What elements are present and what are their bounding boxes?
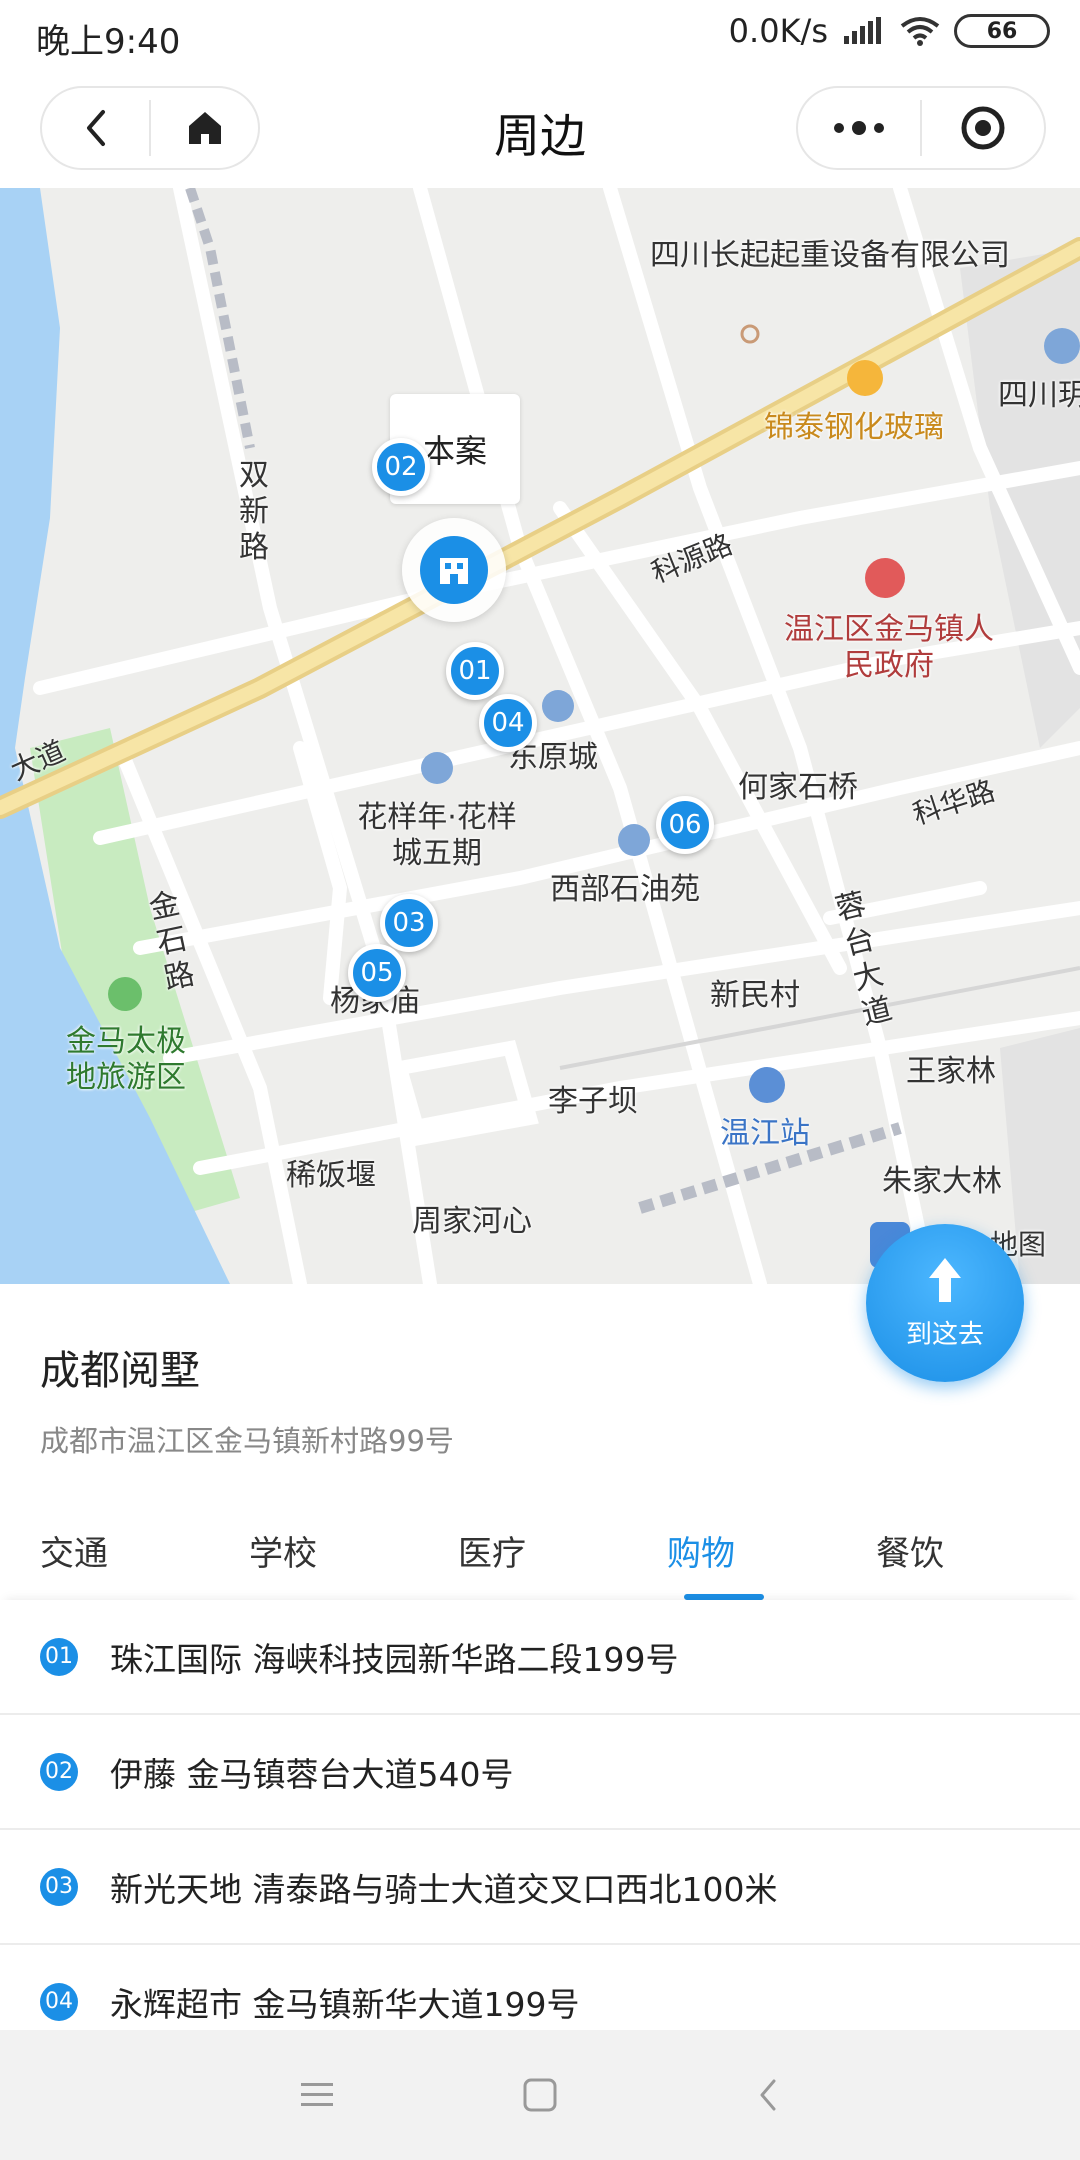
map-label: 锦泰钢化玻璃 <box>764 410 944 445</box>
list-item-text: 永辉超市 金马镇新华大道199号 <box>110 1984 580 2024</box>
map-label: 周家河心 <box>412 1204 532 1239</box>
navigate-here-label: 到这去 <box>905 1319 984 1350</box>
map-label: 何家石桥 <box>738 770 858 805</box>
more-icon <box>834 121 884 135</box>
poi-marker-05[interactable]: 05 <box>348 944 406 1002</box>
building-icon <box>440 558 468 584</box>
place-title: 成都阅墅 <box>40 1348 200 1394</box>
results-list[interactable]: 01 珠江国际 海峡科技园新华路二段199号 02 伊藤 金马镇蓉台大道540号… <box>0 1600 1080 2030</box>
project-marker[interactable] <box>402 518 506 622</box>
list-item-number: 01 <box>40 1637 78 1676</box>
more-button[interactable] <box>798 88 920 168</box>
nav-capsule-right <box>796 86 1046 170</box>
poi-marker-03[interactable]: 03 <box>380 894 438 952</box>
poi-marker-01[interactable]: 01 <box>446 642 504 700</box>
list-item-number: 02 <box>40 1752 78 1791</box>
system-nav-bar <box>0 2030 1080 2160</box>
list-item[interactable]: 02 伊藤 金马镇蓉台大道540号 <box>0 1715 1080 1830</box>
map-base <box>0 188 1080 1284</box>
signal-icon <box>844 17 881 44</box>
navigate-here-button[interactable]: 到这去 <box>866 1224 1024 1382</box>
map-label: 金马太极地旅游区 <box>66 1024 186 1095</box>
status-time: 晚上9:40 <box>36 22 181 62</box>
status-bar: 晚上9:40 0.0K/s 66 <box>0 0 1080 70</box>
map-label: 温江站 <box>720 1116 810 1151</box>
list-item-text: 伊藤 金马镇蓉台大道540号 <box>110 1754 514 1794</box>
battery-indicator: 66 <box>954 14 1050 48</box>
map-label: 西部石油苑 <box>550 872 700 907</box>
wifi-icon <box>900 17 940 46</box>
status-indicators: 0.0K/s 66 <box>729 12 1050 50</box>
poi-marker-02[interactable]: 02 <box>372 438 430 496</box>
tab-shopping[interactable]: 购物 <box>667 1526 735 1575</box>
category-tabs: 交通 学校 医疗 购物 餐饮 <box>0 1514 1080 1600</box>
tab-transport[interactable]: 交通 <box>40 1526 108 1575</box>
map-label: 稀饭堰 <box>286 1158 376 1193</box>
map-label: 四川长起起重设备有限公司 <box>650 238 1010 273</box>
network-speed: 0.0K/s <box>728 12 828 50</box>
close-button[interactable] <box>922 88 1044 168</box>
place-address: 成都市温江区金马镇新村路99号 <box>40 1424 454 1458</box>
tab-dining[interactable]: 餐饮 <box>876 1526 944 1575</box>
poi-marker-04[interactable]: 04 <box>479 694 537 752</box>
list-item-text: 新光天地 清泰路与骑士大道交叉口西北100米 <box>110 1869 778 1909</box>
home-square-icon <box>523 2078 557 2112</box>
list-item[interactable]: 01 珠江国际 海峡科技园新华路二段199号 <box>0 1600 1080 1715</box>
map-label: 新民村 <box>710 978 800 1013</box>
map-label: 李子坝 <box>548 1084 638 1119</box>
arrow-up-icon <box>929 1257 961 1302</box>
nav-bar: 周边 <box>0 70 1080 188</box>
map-label: 朱家大林 <box>882 1164 1002 1199</box>
recent-apps-button[interactable] <box>257 2030 377 2160</box>
system-back-button[interactable] <box>708 2030 828 2160</box>
system-home-button[interactable] <box>480 2030 600 2160</box>
road-label: 双新路 <box>239 458 269 565</box>
list-item-number: 03 <box>40 1867 78 1906</box>
list-item[interactable]: 03 新光天地 清泰路与骑士大道交叉口西北100米 <box>0 1830 1080 1945</box>
tab-medical[interactable]: 医疗 <box>458 1526 526 1575</box>
back-chevron-icon <box>760 2079 776 2111</box>
list-item-number: 04 <box>40 1982 78 2021</box>
menu-icon <box>301 2083 333 2106</box>
poi-marker-06[interactable]: 06 <box>656 796 714 854</box>
map-view[interactable]: 四川长起起重设备有限公司 锦泰钢化玻璃 温江区金马镇人民政府 何家石桥 东原城 … <box>0 188 1080 1284</box>
map-label: 四川玥 <box>998 378 1080 413</box>
list-item[interactable]: 04 永辉超市 金马镇新华大道199号 <box>0 1945 1080 2030</box>
map-label: 王家林 <box>906 1054 996 1089</box>
close-target-icon <box>961 106 1005 150</box>
tab-school[interactable]: 学校 <box>249 1526 317 1575</box>
map-label: 花样年·花样城五期 <box>357 800 517 871</box>
list-item-text: 珠江国际 海峡科技园新华路二段199号 <box>110 1639 679 1679</box>
map-label: 温江区金马镇人民政府 <box>784 612 994 683</box>
